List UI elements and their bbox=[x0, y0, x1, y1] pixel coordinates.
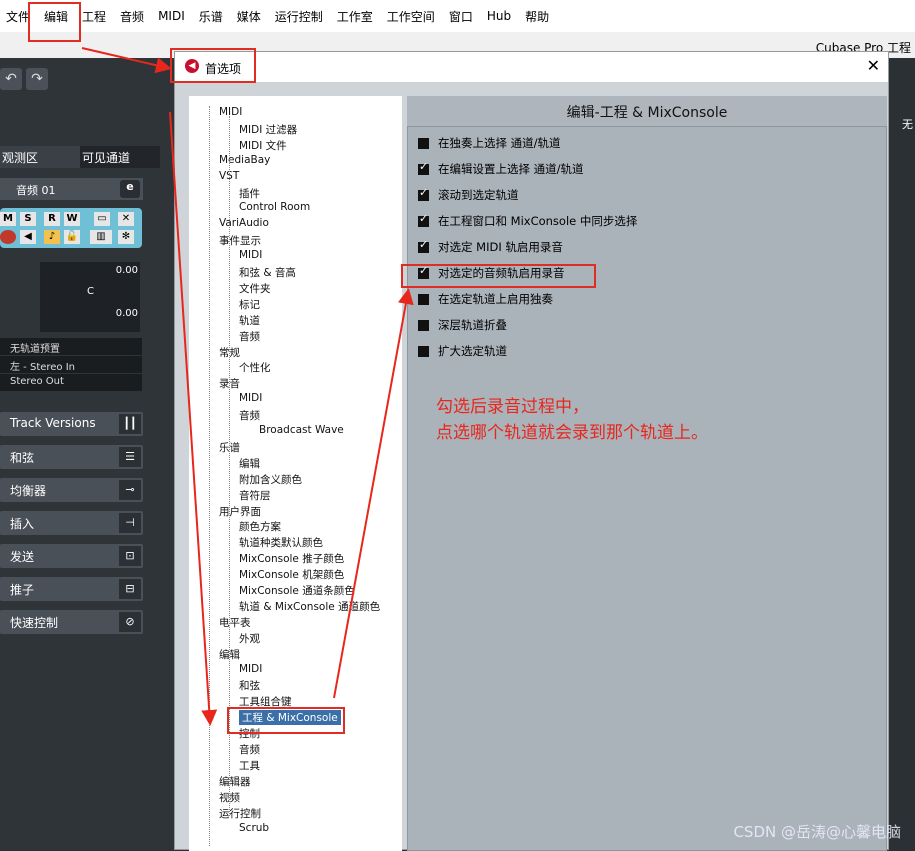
watermark: CSDN @岳涛@心馨电脑 bbox=[733, 823, 901, 841]
annotation-arrows bbox=[81, 47, 414, 726]
arrow-to-option bbox=[333, 288, 414, 699]
arrow-menu-to-dialog bbox=[81, 47, 172, 74]
arrow-to-tree-item bbox=[169, 111, 218, 726]
